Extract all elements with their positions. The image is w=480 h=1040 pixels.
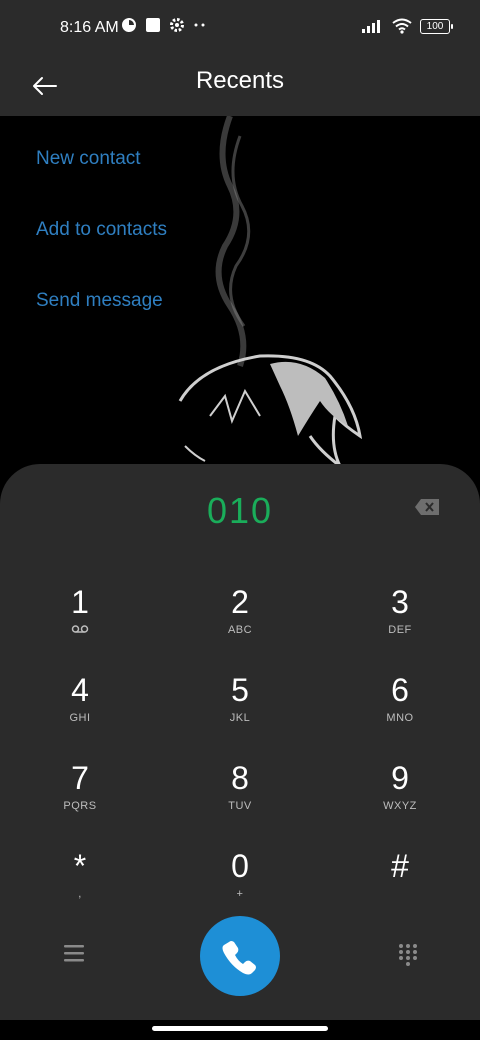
key-9[interactable]: 9 WXYZ <box>340 760 460 840</box>
battery-level: 100 <box>426 20 444 32</box>
key-letters: WXYZ <box>383 800 417 812</box>
key-digit: 9 <box>391 760 409 796</box>
phone-icon <box>222 941 256 975</box>
status-left-icons <box>121 17 207 33</box>
key-digit: 7 <box>71 760 89 796</box>
signal-icon <box>362 20 380 33</box>
status-bar: 8:16 AM 100 <box>0 0 480 56</box>
add-to-contacts-link[interactable]: Add to contacts <box>36 219 167 241</box>
voicemail-icon <box>20 624 140 637</box>
home-indicator[interactable] <box>152 1026 328 1031</box>
key-digit: 4 <box>71 672 89 708</box>
key-4[interactable]: 4 GHI <box>20 672 140 752</box>
key-2[interactable]: 2 ABC <box>180 584 300 664</box>
key-7[interactable]: 7 PQRS <box>20 760 140 840</box>
app-bar: Recents <box>0 56 480 116</box>
wallpaper-art <box>178 116 363 468</box>
key-letters: ABC <box>227 624 253 636</box>
square-icon <box>146 18 160 32</box>
key-digit: 0 <box>231 848 249 884</box>
key-6[interactable]: 6 MNO <box>340 672 460 752</box>
key-digit: 6 <box>391 672 409 708</box>
page-title: Recents <box>195 67 285 94</box>
keypad-toggle-button[interactable] <box>396 942 420 966</box>
gear-icon <box>170 18 184 32</box>
key-digit: 8 <box>231 760 249 796</box>
key-digit: 2 <box>231 584 249 620</box>
key-letters: , <box>78 888 82 900</box>
key-letters: MNO <box>386 712 414 724</box>
key-hash[interactable]: # <box>340 848 460 928</box>
key-5[interactable]: 5 JKL <box>180 672 300 752</box>
key-digit: * <box>73 848 87 884</box>
status-time: 8:16 AM <box>60 19 119 36</box>
wifi-icon <box>392 18 412 34</box>
status-right-icons: 100 <box>362 18 453 34</box>
key-letters: TUV <box>228 800 252 812</box>
key-digit: 3 <box>391 584 409 620</box>
key-8[interactable]: 8 TUV <box>180 760 300 840</box>
menu-icon <box>64 945 84 962</box>
key-star[interactable]: * , <box>20 848 140 928</box>
key-digit: 1 <box>71 584 89 620</box>
battery-icon: 100 <box>420 18 453 34</box>
menu-button[interactable] <box>62 942 86 964</box>
backspace-icon <box>415 499 439 515</box>
entered-number: 010 <box>206 490 274 531</box>
backspace-button[interactable] <box>414 498 440 516</box>
key-1[interactable]: 1 <box>20 584 140 664</box>
key-letters: + <box>236 888 244 900</box>
key-letters: GHI <box>69 712 91 724</box>
key-digit: 5 <box>231 672 249 708</box>
key-digit: # <box>391 848 409 884</box>
notification-icon <box>122 18 136 32</box>
dialpad-panel: 010 1 2 ABC 3 DEF 4 GHI 5 JKL 6 MNO 7 PQ… <box>0 464 480 1020</box>
dialpad-grid-icon <box>399 944 417 966</box>
new-contact-link[interactable]: New contact <box>36 148 141 170</box>
key-letters: PQRS <box>63 800 97 812</box>
more-dots-icon <box>194 23 205 27</box>
call-button[interactable] <box>200 916 280 996</box>
key-3[interactable]: 3 DEF <box>340 584 460 664</box>
key-letters: DEF <box>388 624 412 636</box>
send-message-link[interactable]: Send message <box>36 290 163 312</box>
key-letters: JKL <box>229 712 251 724</box>
